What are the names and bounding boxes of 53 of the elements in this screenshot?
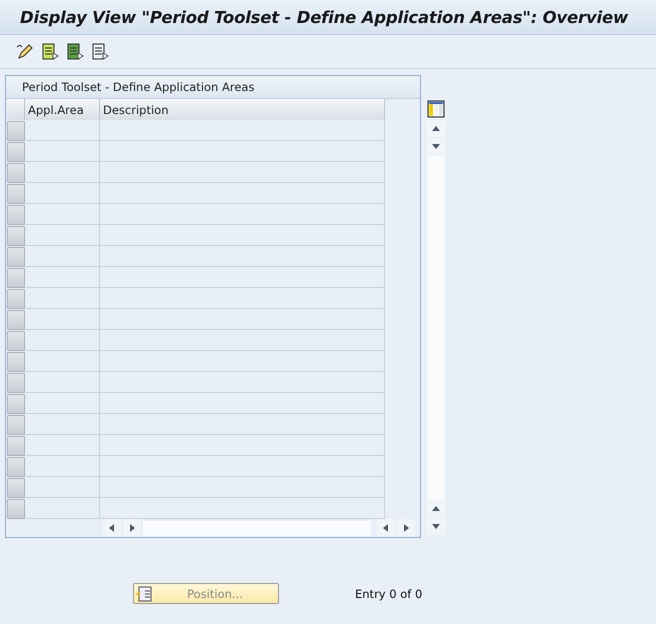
- window-title: Display View "Period Toolset - Define Application Areas": Overview: [20, 8, 628, 26]
- arrow-up-icon: [431, 504, 441, 514]
- arrow-right-icon: [127, 522, 137, 532]
- columns-icon: [427, 100, 445, 118]
- scroll-up-button[interactable]: [427, 500, 445, 517]
- row-selector[interactable]: [7, 184, 25, 204]
- document-icon: [91, 42, 109, 60]
- row-selector[interactable]: [7, 499, 25, 519]
- row-selector[interactable]: [7, 163, 25, 183]
- horizontal-scrollbar[interactable]: [143, 520, 371, 536]
- row-selector[interactable]: [7, 226, 25, 246]
- scroll-down-button[interactable]: [427, 518, 445, 535]
- row-selector[interactable]: [7, 142, 25, 162]
- row-selector[interactable]: [7, 268, 25, 288]
- row-selector[interactable]: [7, 478, 25, 498]
- table-title: Period Toolset - Define Application Areas: [22, 80, 254, 94]
- arrow-down-icon: [431, 522, 441, 532]
- arrow-right-icon: [401, 522, 411, 532]
- row-selector[interactable]: [7, 310, 25, 330]
- scroll-right-button[interactable]: [123, 519, 141, 536]
- row-selector[interactable]: [7, 457, 25, 477]
- entry-status: Entry 0 of 0: [355, 586, 422, 600]
- arrow-left-icon: [381, 522, 391, 532]
- document-icon: [41, 42, 59, 60]
- row-selector[interactable]: [7, 415, 25, 435]
- pencil-icon: [16, 42, 34, 60]
- scroll-left-button[interactable]: [377, 519, 395, 536]
- column-header[interactable]: Description: [100, 99, 385, 120]
- scroll-up-button[interactable]: [427, 120, 445, 137]
- arrow-left-icon: [107, 522, 117, 532]
- row-selector[interactable]: [7, 331, 25, 351]
- toolbar-button[interactable]: [41, 42, 59, 60]
- row-selector[interactable]: [7, 121, 25, 141]
- row-selector[interactable]: [7, 394, 25, 414]
- row-selector[interactable]: [7, 289, 25, 309]
- edit-button[interactable]: [16, 42, 34, 60]
- row-selector[interactable]: [7, 205, 25, 225]
- arrow-up-icon: [431, 124, 441, 134]
- row-selector[interactable]: [7, 247, 25, 267]
- position-icon: [136, 586, 152, 602]
- toolbar-button[interactable]: [91, 42, 109, 60]
- toolbar-button[interactable]: [66, 42, 84, 60]
- column-header[interactable]: Appl.Area: [25, 99, 100, 120]
- row-selector[interactable]: [7, 373, 25, 393]
- scroll-left-button[interactable]: [103, 519, 121, 536]
- row-selector[interactable]: [7, 436, 25, 456]
- column-settings-button[interactable]: [427, 99, 445, 119]
- scroll-right-button[interactable]: [397, 519, 415, 536]
- arrow-down-icon: [431, 142, 441, 152]
- row-selector[interactable]: [7, 352, 25, 372]
- document-icon: [66, 42, 84, 60]
- scroll-down-button[interactable]: [427, 138, 445, 155]
- select-all-header[interactable]: [7, 99, 25, 120]
